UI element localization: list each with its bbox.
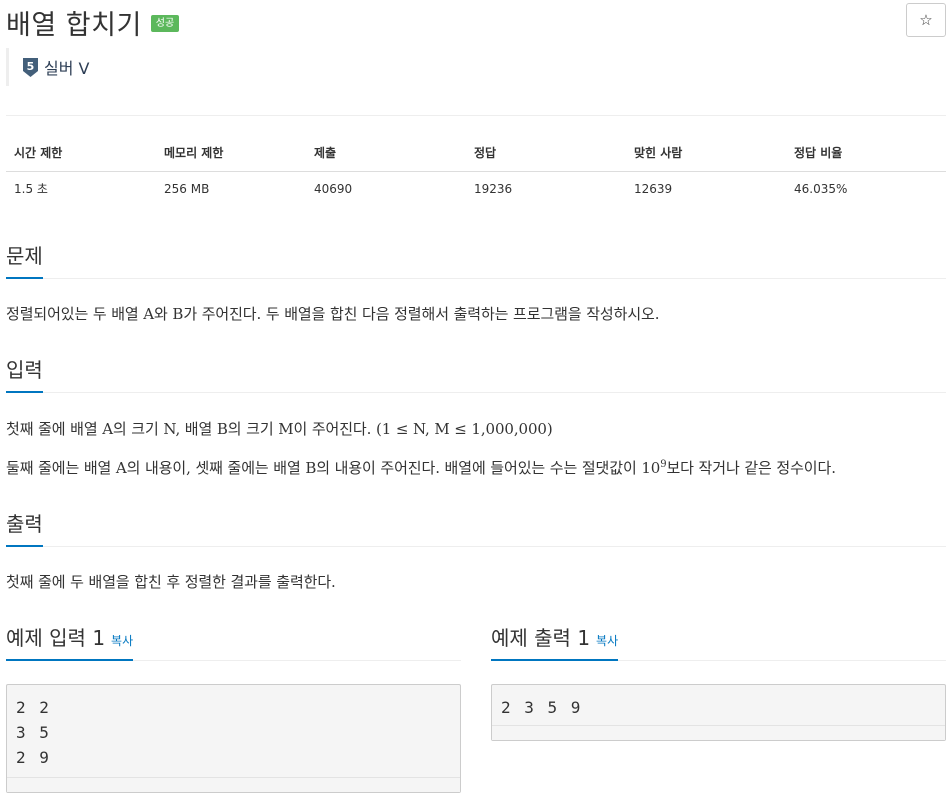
result-badge: 성공 <box>150 14 180 32</box>
header-accepted: 정답 <box>466 134 626 172</box>
tier-box: 5 실버 V <box>6 48 89 86</box>
ratio-value: 46.035% <box>794 181 848 196</box>
tier-link[interactable]: 실버 V <box>44 55 89 79</box>
time-limit-value: 1.5 초 <box>14 182 48 197</box>
divider <box>6 115 946 116</box>
sample-input-content: 2 2 3 5 2 9 <box>16 698 51 767</box>
submissions-value[interactable]: 40690 <box>306 171 466 206</box>
header-time-limit: 시간 제한 <box>6 134 156 172</box>
sample-output-title: 예제 출력 1 <box>491 626 591 650</box>
table-header-row: 시간 제한 메모리 제한 제출 정답 맞힌 사람 정답 비율 <box>6 134 946 172</box>
tier-icon: 5 <box>23 57 38 77</box>
table-row: 1.5 초 256 MB 40690 19236 12639 46.035% <box>6 171 946 206</box>
description-section-header: 문제 <box>6 240 946 279</box>
sample-input-heading: 예제 입력 1 복사 <box>6 622 134 661</box>
solvers-value[interactable]: 12639 <box>626 171 786 206</box>
sample-output-box[interactable]: 2 3 5 9 <box>491 684 946 741</box>
output-text: 첫째 줄에 두 배열을 합친 후 정렬한 결과를 출력한다. <box>6 573 336 591</box>
input-text-line-1: 첫째 줄에 배열 A의 크기 N, 배열 B의 크기 M이 주어진다. (1 ≤… <box>6 420 553 438</box>
header-submissions: 제출 <box>306 134 466 172</box>
sample-output-heading: 예제 출력 1 복사 <box>491 622 619 661</box>
tier-number: 5 <box>27 60 35 73</box>
header-solvers: 맞힌 사람 <box>626 134 786 172</box>
star-button[interactable]: ☆ <box>906 3 946 37</box>
star-icon: ☆ <box>919 11 933 29</box>
accepted-value[interactable]: 19236 <box>466 171 626 206</box>
header-ratio: 정답 비율 <box>786 134 946 172</box>
sample-input-header: 예제 입력 1 복사 <box>6 622 461 661</box>
sample-output-content: 2 3 5 9 <box>501 698 583 717</box>
input-text-line-2-post: 보다 작거나 같은 정수이다. <box>666 459 836 477</box>
description-text: 정렬되어있는 두 배열 A와 B가 주어진다. 두 배열을 합친 다음 정렬해서… <box>6 305 660 323</box>
copy-sample-output-button[interactable]: 복사 <box>596 634 618 648</box>
input-text-line-2: 둘째 줄에는 배열 A의 내용이, 셋째 줄에는 배열 B의 내용이 주어진다.… <box>6 457 836 478</box>
description-heading: 문제 <box>6 240 43 279</box>
title-row: 배열 합치기 성공 <box>6 4 180 41</box>
output-heading: 출력 <box>6 508 43 547</box>
input-section-header: 입력 <box>6 354 946 393</box>
memory-limit-value: 256 MB <box>164 181 210 196</box>
problem-info-table: 시간 제한 메모리 제한 제출 정답 맞힌 사람 정답 비율 1.5 초 256… <box>6 134 946 206</box>
sample-output-header: 예제 출력 1 복사 <box>491 622 946 661</box>
sample-input-box[interactable]: 2 2 3 5 2 9 <box>6 684 461 793</box>
output-section-header: 출력 <box>6 508 946 547</box>
header-memory-limit: 메모리 제한 <box>156 134 306 172</box>
sample-input-title: 예제 입력 1 <box>6 626 106 650</box>
copy-sample-input-button[interactable]: 복사 <box>111 634 133 648</box>
page-title: 배열 합치기 <box>6 9 142 41</box>
input-text-line-2-pre: 둘째 줄에는 배열 A의 내용이, 셋째 줄에는 배열 B의 내용이 주어진다.… <box>6 459 661 477</box>
input-heading: 입력 <box>6 354 43 393</box>
